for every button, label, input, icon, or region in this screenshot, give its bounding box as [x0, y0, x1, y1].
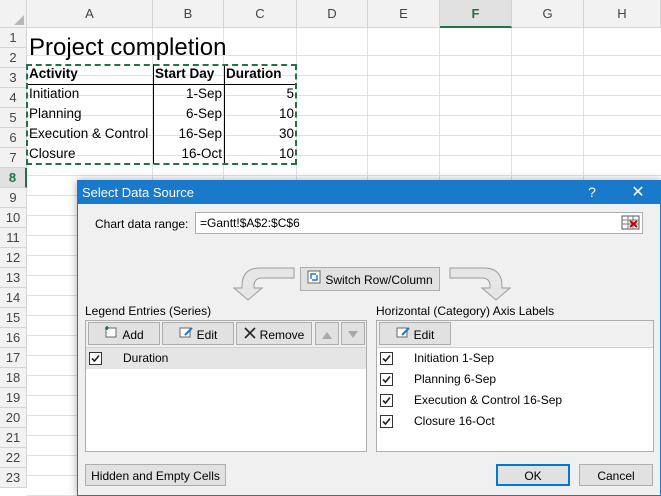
category-label: Planning 6-Sep: [414, 372, 497, 386]
axis-labels-panel: Edit Initiation 1-Sep Planning 6-Sep Exe…: [376, 320, 654, 452]
row-header-5[interactable]: 5: [0, 108, 27, 128]
range-picker-icon[interactable]: [621, 213, 641, 233]
row-header-11[interactable]: 11: [0, 228, 27, 248]
row-header-15[interactable]: 15: [0, 308, 27, 328]
category-checkbox[interactable]: [380, 394, 393, 407]
column-header-b[interactable]: B: [153, 0, 224, 28]
category-list-item[interactable]: Closure 16-Oct: [377, 411, 653, 432]
column-header-h[interactable]: H: [584, 0, 661, 28]
row-header-20[interactable]: 20: [0, 408, 27, 428]
column-header-g[interactable]: G: [512, 0, 584, 28]
row-header-6[interactable]: 6: [0, 128, 27, 148]
legend-entries-label: Legend Entries (Series): [85, 304, 212, 318]
switch-row-column-icon: [307, 269, 321, 291]
cancel-button[interactable]: Cancel: [579, 464, 653, 486]
category-list-item[interactable]: Initiation 1-Sep: [377, 348, 653, 369]
hidden-and-empty-cells-button[interactable]: Hidden and Empty Cells: [85, 464, 226, 486]
series-list-item[interactable]: Duration: [86, 348, 366, 369]
left-curved-arrow-icon: [232, 267, 295, 301]
right-curved-arrow-icon: [449, 267, 512, 301]
add-series-button[interactable]: Add: [88, 322, 160, 345]
move-up-button[interactable]: [315, 322, 339, 345]
series-checkbox[interactable]: [89, 352, 102, 365]
axis-labels-label: Horizontal (Category) Axis Labels: [376, 304, 555, 318]
column-header-d[interactable]: D: [297, 0, 368, 28]
legend-entries-panel: Add Edit Remove Duration: [85, 320, 367, 452]
row-header-23[interactable]: 23: [0, 468, 27, 488]
category-list-item[interactable]: Planning 6-Sep: [377, 369, 653, 390]
switch-row-column-button[interactable]: Switch Row/Column: [300, 267, 440, 291]
move-down-icon: [348, 330, 358, 338]
select-data-source-dialog: Select Data Source ? ✕ Chart data range:…: [77, 180, 661, 496]
select-all-corner[interactable]: [0, 0, 27, 28]
row-header-14[interactable]: 14: [0, 288, 27, 308]
move-down-button[interactable]: [341, 322, 365, 345]
row-header-10[interactable]: 10: [0, 208, 27, 228]
edit-series-button[interactable]: Edit: [162, 322, 234, 345]
row-header-13[interactable]: 13: [0, 268, 27, 288]
edit-icon: [179, 324, 193, 346]
column-header-c[interactable]: C: [224, 0, 297, 28]
close-button[interactable]: ✕: [618, 181, 658, 204]
category-list-item[interactable]: Execution & Control 16-Sep: [377, 390, 653, 411]
row-header-12[interactable]: 12: [0, 248, 27, 268]
row-header-1[interactable]: 1: [0, 28, 27, 48]
row-header-22[interactable]: 22: [0, 448, 27, 468]
series-name: Duration: [123, 351, 169, 365]
row-header-17[interactable]: 17: [0, 348, 27, 368]
row-header-3[interactable]: 3: [0, 68, 27, 88]
row-header-21[interactable]: 21: [0, 428, 27, 448]
row-header-8[interactable]: 8: [0, 168, 27, 188]
row-header-2[interactable]: 2: [0, 48, 27, 68]
column-header-f[interactable]: F: [440, 0, 512, 28]
chart-data-range-input[interactable]: =Gantt!$A$2:$C$6: [195, 212, 643, 234]
column-header-e[interactable]: E: [368, 0, 440, 28]
category-checkbox[interactable]: [380, 373, 393, 386]
dialog-titlebar[interactable]: Select Data Source ? ✕: [78, 181, 660, 204]
category-checkbox[interactable]: [380, 415, 393, 428]
move-up-icon: [322, 331, 332, 339]
row-header-9[interactable]: 9: [0, 188, 27, 208]
category-label: Initiation 1-Sep: [414, 351, 495, 365]
sheet-title-cell[interactable]: Project completion: [29, 31, 226, 65]
row-header-18[interactable]: 18: [0, 368, 27, 388]
row-header-19[interactable]: 19: [0, 388, 27, 408]
dialog-title: Select Data Source: [82, 185, 195, 200]
column-header-a[interactable]: A: [27, 0, 153, 28]
row-header-7[interactable]: 7: [0, 148, 27, 168]
help-button[interactable]: ?: [578, 181, 606, 204]
category-label: Execution & Control 16-Sep: [414, 393, 563, 407]
category-label: Closure 16-Oct: [414, 414, 495, 428]
add-icon: [104, 324, 118, 346]
row-header-16[interactable]: 16: [0, 328, 27, 348]
grid-line: [27, 175, 661, 176]
edit-icon: [396, 324, 410, 346]
chart-data-range-label: Chart data range:: [95, 217, 189, 231]
copy-selection-marquee: [26, 64, 297, 165]
edit-axis-labels-button[interactable]: Edit: [379, 322, 451, 345]
ok-button[interactable]: OK: [496, 464, 570, 486]
category-checkbox[interactable]: [380, 352, 393, 365]
row-header-4[interactable]: 4: [0, 88, 27, 108]
remove-icon: [244, 324, 256, 346]
remove-series-button[interactable]: Remove: [236, 322, 312, 345]
